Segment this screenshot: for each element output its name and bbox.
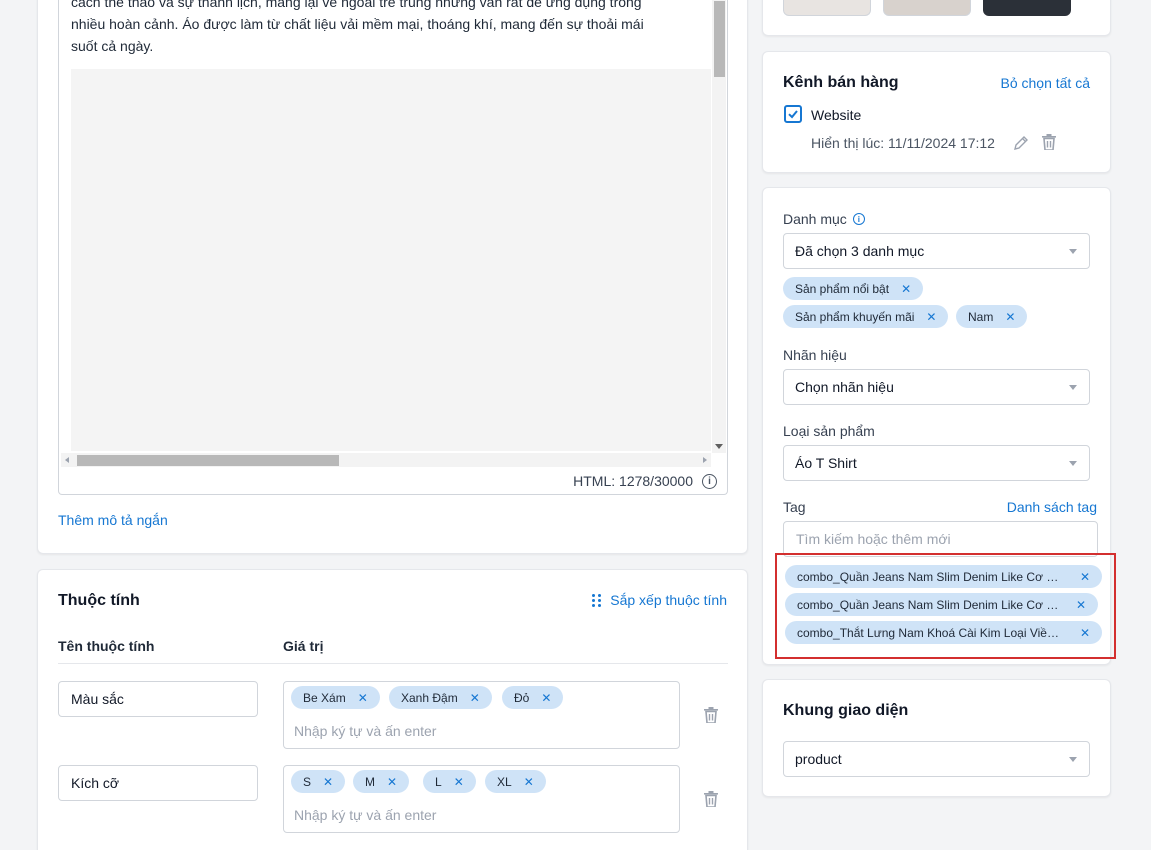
value-chip: Đỏ ✕ [502,686,564,709]
remove-icon[interactable]: ✕ [454,775,464,789]
tag-list-link[interactable]: Danh sách tag [1007,499,1097,515]
remove-icon[interactable]: ✕ [901,282,911,296]
tag-list-highlight: combo_Quần Jeans Nam Slim Denim Like Cơ … [775,553,1116,659]
attributes-title: Thuộc tính [58,592,140,609]
remove-icon[interactable]: ✕ [470,691,480,705]
sales-channel-title: Kênh bán hàng [783,74,899,91]
sales-channel-card: Kênh bán hàng Bỏ chọn tất cả Website Hiể… [762,51,1111,173]
product-type-label: Loại sản phẩm [783,423,875,439]
tag-search-input[interactable]: Tìm kiếm hoặc thêm mới [783,521,1098,557]
editor-frame: cách thể thao và sự thanh lịch, mang lại… [58,0,728,495]
drag-handle-icon [592,593,602,607]
trash-icon[interactable] [704,791,718,807]
horizontal-scrollbar[interactable] [61,453,711,467]
add-short-description-link[interactable]: Thêm mô tả ngắn [58,512,168,528]
category-chip: Sản phẩm khuyến mãi ✕ [783,305,949,328]
value-chip: L ✕ [423,770,476,793]
edit-icon[interactable] [1013,135,1029,151]
check-icon [788,110,798,119]
category-chip: Nam ✕ [956,305,1028,328]
attribute-values-box[interactable]: Be Xám ✕ Xanh Đậm ✕ Đỏ ✕ Nhập ký tự và ấn e… [283,681,680,749]
product-thumbnail[interactable] [783,0,871,16]
value-chip: Be Xám ✕ [291,686,380,709]
chevron-down-icon [1069,461,1077,466]
attribute-name-input[interactable]: Kích cỡ [58,765,258,801]
remove-icon[interactable]: ✕ [387,775,397,789]
category-chip: Sản phẩm nổi bật ✕ [783,277,924,300]
value-input-placeholder[interactable]: Nhập ký tự và ấn enter [294,807,436,823]
html-counter: HTML: 1278/30000 [573,473,693,489]
brand-select[interactable]: Chọn nhãn hiệu [783,369,1090,405]
remove-icon[interactable]: ✕ [926,310,936,324]
remove-icon[interactable]: ✕ [1080,626,1090,640]
value-chip: Xanh Đậm ✕ [389,686,492,709]
template-title: Khung giao diện [783,702,909,719]
trash-icon[interactable] [704,707,718,723]
remove-icon[interactable]: ✕ [541,691,551,705]
media-card [762,0,1111,36]
remove-icon[interactable]: ✕ [1076,598,1086,612]
attribute-values-box[interactable]: S ✕ M ✕ L ✕ XL ✕ Nhập ký tự và ấn enter [283,765,680,833]
chevron-down-icon [1069,385,1077,390]
product-type-select[interactable]: Áo T Shirt [783,445,1090,481]
description-card: cách thể thao và sự thanh lịch, mang lại… [37,0,748,554]
col-header-name: Tên thuộc tính [58,638,155,654]
value-chip: XL ✕ [485,770,546,793]
remove-icon[interactable]: ✕ [524,775,534,789]
info-icon[interactable]: i [702,474,717,489]
template-select[interactable]: product [783,741,1090,777]
remove-icon[interactable]: ✕ [1005,310,1015,324]
tag-chip: combo_Quần Jeans Nam Slim Denim Like Cơ … [785,565,1102,588]
deselect-all-link[interactable]: Bỏ chọn tất cả [1000,75,1090,91]
attribute-name-input[interactable]: Màu sắc [58,681,258,717]
template-card: Khung giao diện product [762,679,1111,797]
chevron-down-icon [1069,249,1077,254]
website-label: Website [811,107,862,123]
sort-attributes-link[interactable]: Sắp xếp thuộc tính [592,592,727,608]
remove-icon[interactable]: ✕ [1080,570,1090,584]
col-header-value: Giá trị [283,638,324,654]
info-icon[interactable]: i [852,213,865,225]
header-divider [58,663,728,664]
value-chip: M ✕ [353,770,410,793]
product-thumbnail[interactable] [883,0,971,16]
vertical-scrollbar[interactable] [712,0,726,453]
tag-label: Tag [783,499,806,515]
embedded-image [71,69,711,451]
value-input-placeholder[interactable]: Nhập ký tự và ấn enter [294,723,436,739]
tag-chip: combo_Thắt Lưng Nam Khoá Cài Kim Loại Vi… [785,621,1102,644]
attributes-card: Thuộc tính Sắp xếp thuộc tính Tên thuộc … [37,569,748,850]
category-label: Danh mục i [783,211,865,227]
editor-content[interactable]: cách thể thao và sự thanh lịch, mang lại… [71,0,711,57]
tag-chip: combo_Quần Jeans Nam Slim Denim Like Cơ … [785,593,1098,616]
remove-icon[interactable]: ✕ [358,691,368,705]
display-time: Hiển thị lúc: 11/11/2024 17:12 [811,135,995,151]
category-select[interactable]: Đã chọn 3 danh mục [783,233,1090,269]
value-chip: S ✕ [291,770,346,793]
remove-icon[interactable]: ✕ [323,775,333,789]
trash-icon[interactable] [1042,134,1056,150]
website-checkbox[interactable] [784,105,802,123]
product-thumbnail[interactable] [983,0,1071,16]
brand-label: Nhãn hiệu [783,347,847,363]
chevron-down-icon [1069,757,1077,762]
